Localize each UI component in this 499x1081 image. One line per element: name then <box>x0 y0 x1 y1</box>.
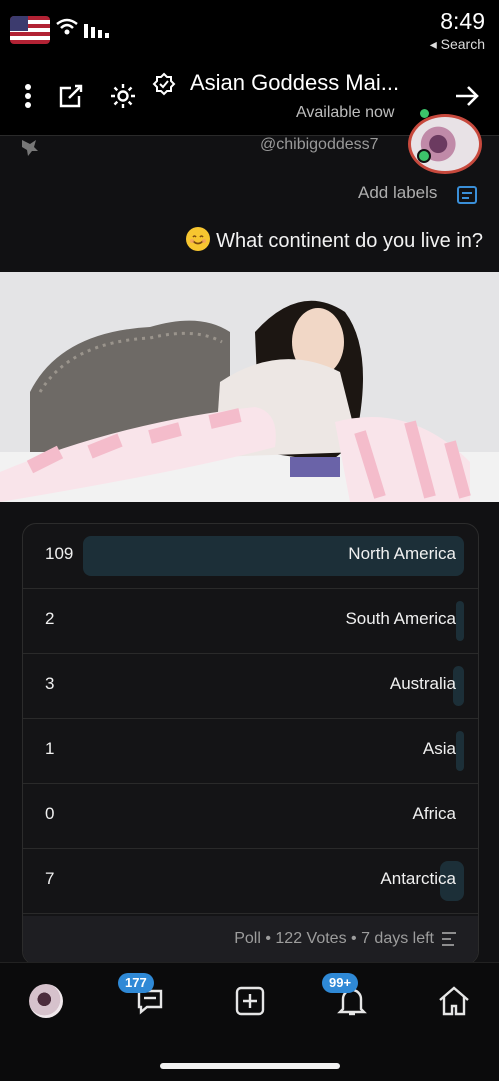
creator-avatar[interactable] <box>408 114 482 174</box>
option-label: South America <box>345 609 456 628</box>
poll-option[interactable]: South America 2 <box>23 589 478 654</box>
option-label: North America <box>348 544 456 563</box>
poll-option[interactable]: Africa 0 <box>23 784 478 849</box>
poll-icon <box>442 932 456 946</box>
option-count: 1 <box>45 739 55 758</box>
poll-card: North America 109 South America 2 Austra… <box>22 523 479 965</box>
option-label: Australia <box>389 674 456 693</box>
status-bar: 8:49 ◂ Search <box>0 0 499 60</box>
back-to-search-link[interactable]: ◂ Search <box>430 36 485 53</box>
add-labels-link[interactable]: Add labels <box>358 183 437 203</box>
post-text: What continent do you live in? <box>163 227 483 253</box>
poll-option[interactable]: North America 109 <box>23 524 478 589</box>
signal-icon <box>84 24 109 38</box>
option-count: 7 <box>45 869 55 888</box>
home-icon[interactable] <box>432 981 476 1021</box>
conversation-title[interactable]: Asian Goddess Mai... <box>190 70 430 96</box>
poll-option[interactable]: Asia 1 <box>23 719 478 784</box>
create-icon[interactable] <box>228 981 272 1021</box>
option-count: 3 <box>45 674 55 693</box>
poll-question: What continent do you live in? <box>216 230 483 252</box>
option-label: Antarctica <box>380 869 456 888</box>
home-indicator[interactable] <box>160 1063 340 1069</box>
messages-badge: 177 <box>118 973 154 993</box>
vote-bar <box>456 731 464 771</box>
poll-option[interactable]: Australia 3 <box>23 654 478 719</box>
availability-status: Available now <box>296 104 395 121</box>
creator-handle[interactable]: @chibigoddess7 <box>260 136 379 154</box>
poll-option[interactable]: Antarctica 7 <box>23 849 478 914</box>
profile-avatar[interactable] <box>24 981 68 1021</box>
wifi-icon <box>56 18 78 35</box>
flag-icon <box>10 16 50 44</box>
verified-badge-icon <box>150 70 178 98</box>
post-photo[interactable] <box>0 272 499 502</box>
option-count: 0 <box>45 804 55 823</box>
option-label: Asia <box>422 739 456 758</box>
arrow-right-icon[interactable] <box>450 80 484 112</box>
option-label: Africa <box>412 804 456 823</box>
vote-bar <box>456 601 464 641</box>
smiling-face-emoji-icon <box>186 227 211 251</box>
poll-summary: Poll • 122 Votes • 7 days left <box>234 930 434 947</box>
label-icon <box>457 186 477 204</box>
option-count: 2 <box>45 609 55 628</box>
notifications-badge: 99+ <box>322 973 359 993</box>
more-options-icon[interactable] <box>16 80 40 112</box>
poll-footer: Poll • 122 Votes • 7 days left <box>23 916 478 964</box>
share-icon[interactable] <box>54 80 88 112</box>
gear-icon[interactable] <box>106 80 140 112</box>
pin-icon[interactable] <box>20 138 40 156</box>
option-count: 109 <box>45 544 74 563</box>
clock: 8:49 <box>440 8 485 34</box>
